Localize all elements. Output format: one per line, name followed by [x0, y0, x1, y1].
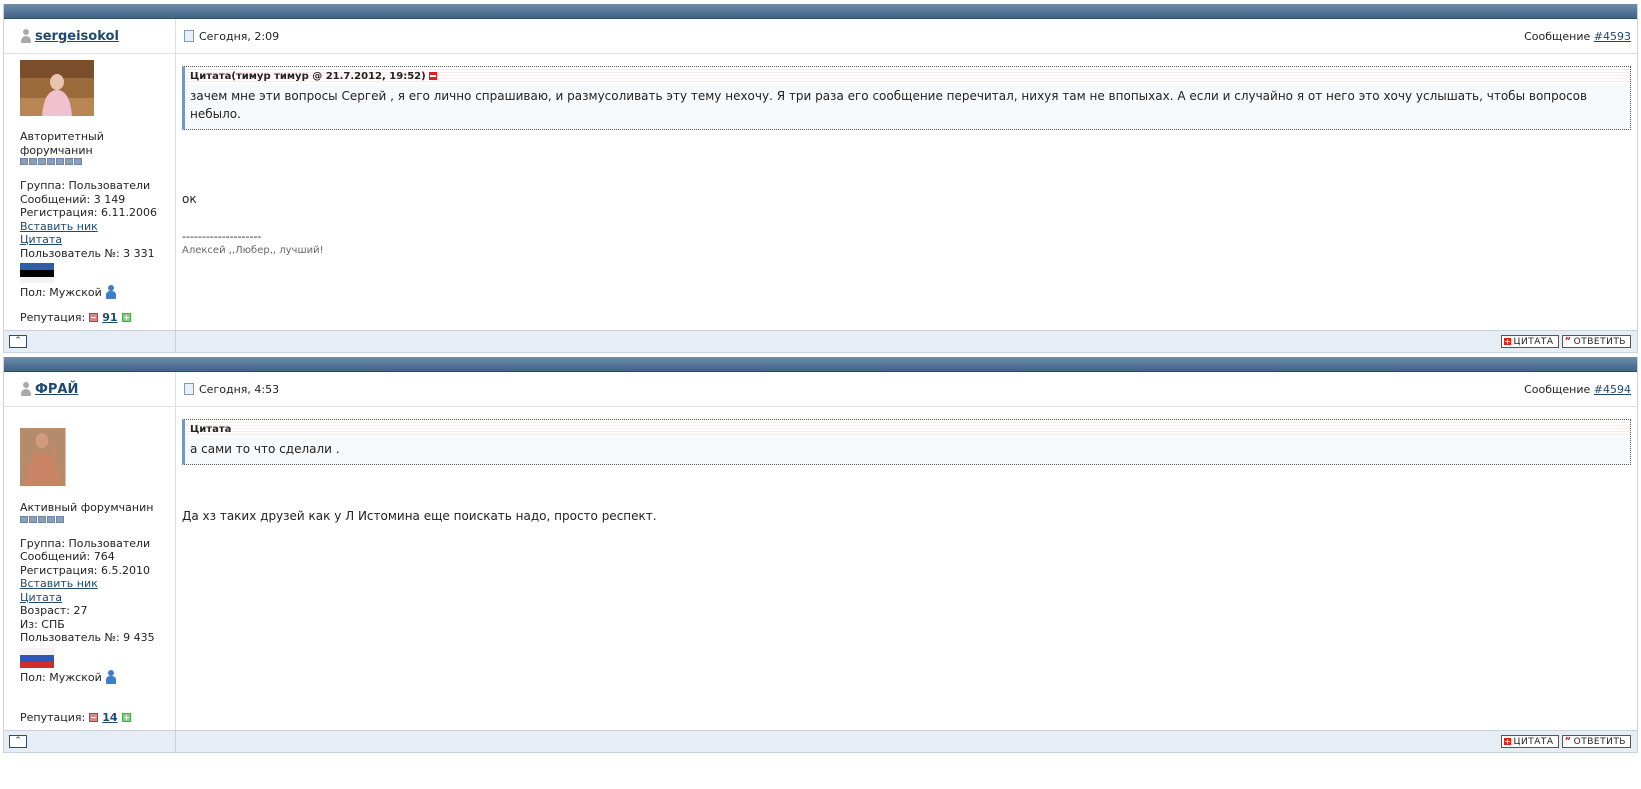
messages-count: Сообщений: 764: [20, 550, 115, 563]
plus-icon: [1503, 738, 1511, 745]
avatar: [20, 428, 66, 487]
messages-count: Сообщений: 3 149: [20, 192, 126, 206]
message-number: Сообщение #4593: [1524, 29, 1631, 43]
registration-date: Регистрация: 6.11.2006: [20, 206, 157, 219]
reputation-value[interactable]: 91: [102, 311, 117, 325]
message-number-link[interactable]: #4594: [1594, 383, 1631, 396]
insert-nick-link[interactable]: Вставить ник: [20, 220, 98, 233]
reputation: Репутация: 91: [20, 311, 135, 325]
gender: Пол: Мужской: [20, 670, 102, 684]
rank-title: Активный форумчанин: [20, 501, 154, 514]
quote-back-icon[interactable]: [428, 72, 437, 80]
russia-flag-icon: [20, 647, 54, 668]
author-link[interactable]: ФРАЙ: [35, 382, 78, 397]
reputation-plus-icon[interactable]: [121, 712, 131, 722]
quote-button[interactable]: ЦИТАТА: [1500, 735, 1559, 748]
post-text: Да хз таких друзей как у Л Истомина еще …: [182, 509, 657, 523]
reputation-minus-icon[interactable]: [89, 312, 99, 322]
gender: Пол: Мужской: [20, 286, 102, 299]
document-icon: [184, 383, 194, 395]
quote-header: Цитата: [185, 420, 1630, 437]
post-content: Цитата а сами то что сделали . Да хз так…: [176, 407, 1637, 730]
post-4594: ФРАЙ Сегодня, 4:53 Сообщение #4594 Актив…: [3, 357, 1638, 753]
male-icon: [105, 285, 116, 299]
plus-icon: [1503, 338, 1511, 345]
document-icon: [184, 30, 194, 42]
user-number: Пользователь №: 9 435: [20, 631, 155, 644]
quote-marks-icon: ”: [1564, 736, 1572, 747]
location: Из: СПБ: [20, 617, 65, 631]
reply-button[interactable]: ” ОТВЕТИТЬ: [1561, 735, 1631, 748]
author-profile: Авторитетный форумчанин Группа: Пользова…: [4, 54, 176, 330]
quote-text: а сами то что сделали .: [185, 437, 1630, 464]
quote-link[interactable]: Цитата: [20, 591, 62, 604]
post-topbar: [4, 357, 1637, 372]
signature: Алексей ,,Любер,, лучший!: [182, 245, 324, 256]
quote-text: зачем мне эти вопросы Сергей , я его лич…: [185, 84, 1630, 129]
group: Группа: Пользователи: [20, 179, 151, 192]
signature-divider: --------------------: [182, 230, 262, 243]
user-offline-icon: [20, 29, 32, 43]
avatar: [20, 60, 94, 116]
user-number: Пользователь №: 3 331: [20, 246, 155, 260]
post-footer: ⌃ ЦИТАТА ” ОТВЕТИТЬ: [4, 330, 1637, 353]
registration-date: Регистрация: 6.5.2010: [20, 563, 150, 577]
quote-header: Цитата(тимур тимур @ 21.7.2012, 19:52): [190, 71, 426, 82]
reputation: Репутация: 14: [20, 711, 135, 725]
post-topbar: [4, 4, 1637, 19]
reputation-minus-icon[interactable]: [89, 712, 99, 722]
quote-marks-icon: ”: [1564, 336, 1572, 347]
group: Группа: Пользователи: [20, 536, 151, 550]
post-content: Цитата(тимур тимур @ 21.7.2012, 19:52) з…: [176, 54, 1637, 330]
rank-title: Авторитетный форумчанин: [20, 130, 104, 157]
post-date: Сегодня, 2:09: [184, 30, 279, 43]
scroll-top-button[interactable]: ⌃: [9, 735, 27, 748]
post-date: Сегодня, 4:53: [184, 383, 279, 396]
rank-pips: [20, 158, 175, 165]
reputation-value[interactable]: 14: [102, 711, 117, 725]
age: Возраст: 27: [20, 604, 88, 617]
post-text: ок: [182, 192, 197, 206]
post-footer: ⌃ ЦИТАТА ” ОТВЕТИТЬ: [4, 730, 1637, 753]
post-header: ФРАЙ Сегодня, 4:53 Сообщение #4594: [4, 372, 1637, 407]
quote-block: Цитата(тимур тимур @ 21.7.2012, 19:52) з…: [182, 66, 1631, 130]
estonia-flag-icon: [20, 263, 54, 283]
quote-block: Цитата а сами то что сделали .: [182, 419, 1631, 465]
message-number-link[interactable]: #4593: [1594, 30, 1631, 43]
post-header: sergeisokol Сегодня, 2:09 Сообщение #459…: [4, 19, 1637, 54]
scroll-top-button[interactable]: ⌃: [9, 335, 27, 348]
author-profile: Активный форумчанин Группа: Пользователи…: [4, 407, 176, 730]
user-offline-icon: [20, 382, 32, 396]
insert-nick-link[interactable]: Вставить ник: [20, 577, 98, 590]
author-link[interactable]: sergeisokol: [35, 29, 119, 44]
post-4593: sergeisokol Сегодня, 2:09 Сообщение #459…: [3, 4, 1638, 353]
reputation-plus-icon[interactable]: [121, 312, 131, 322]
reply-button[interactable]: ” ОТВЕТИТЬ: [1561, 335, 1631, 348]
quote-link[interactable]: Цитата: [20, 233, 62, 246]
message-number: Сообщение #4594: [1524, 382, 1631, 396]
rank-pips: [20, 515, 175, 523]
male-icon: [105, 669, 116, 684]
quote-button[interactable]: ЦИТАТА: [1500, 335, 1559, 348]
